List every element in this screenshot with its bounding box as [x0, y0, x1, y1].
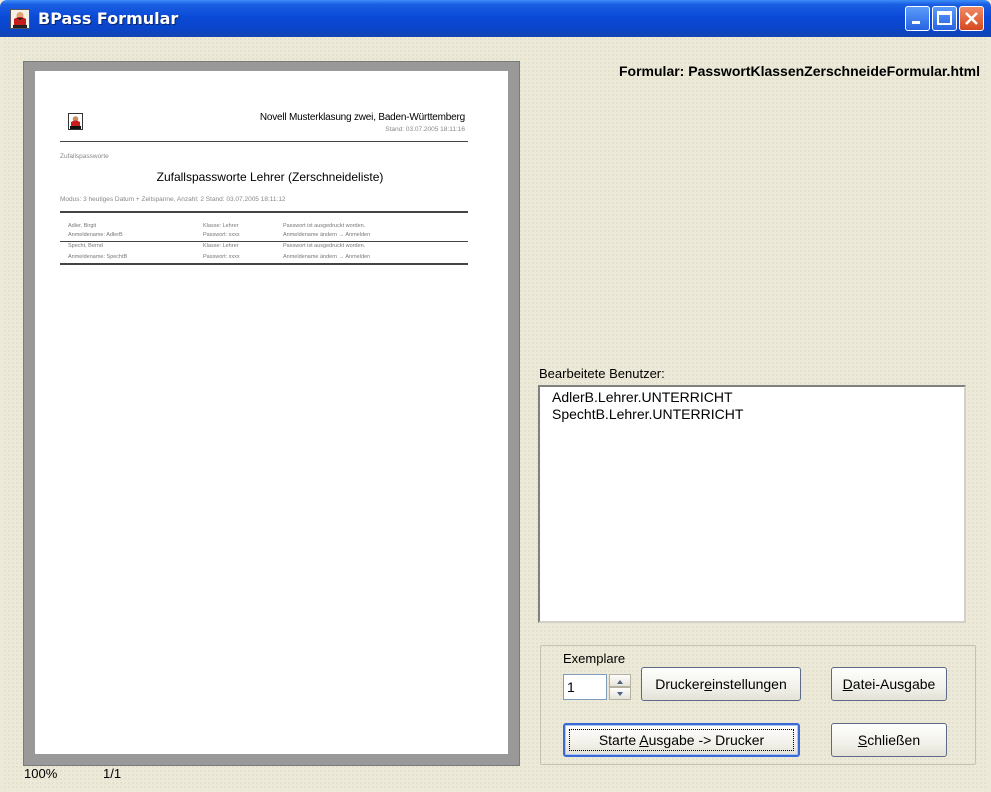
doc-user-icon [68, 113, 83, 130]
schliessen-label-accel: S [857, 732, 868, 748]
preview-org-line: Novell Musterklasung zwei, Baden-Württem… [259, 112, 465, 123]
schliessen-button[interactable]: Schließen [831, 723, 947, 757]
preview-document-title: Zufallspassworte Lehrer (Zerschneidelist… [156, 170, 384, 184]
druckereinstellungen-label-pre: Drucker [655, 676, 705, 692]
preview-row-name: Adler, Birgit [68, 223, 97, 229]
window-title: BPass Formular [38, 9, 179, 28]
zoom-status: 100% [24, 766, 58, 781]
preview-row-login: Anmeldename: AdlerB [68, 232, 123, 238]
spin-down-button[interactable] [609, 687, 631, 700]
focus-rectangle [569, 729, 794, 751]
preview-row-note: Passwort ist ausgedruckt worden. [283, 243, 366, 249]
datei-ausgabe-button[interactable]: Datei-Ausgabe [831, 667, 947, 701]
exemplare-spinner[interactable] [609, 674, 631, 700]
formular-filename: PasswortKlassenZerschneideFormular.html [688, 63, 980, 79]
preview-row-pw: Passwort: xxxx [203, 254, 240, 260]
preview-rule [60, 263, 468, 265]
preview-row-name: Specht, Bernd [68, 243, 103, 249]
formular-prefix: Formular: [619, 63, 685, 79]
preview-row-klasse: Klasse: Lehrer [203, 243, 239, 249]
close-icon [965, 12, 978, 25]
title-bar[interactable]: BPass Formular [0, 0, 991, 37]
preview-row-note2: Anmeldename ändern → Anmelden [283, 254, 371, 260]
druckereinstellungen-label-post: instellungen [712, 676, 787, 692]
close-button[interactable] [959, 6, 984, 31]
preview-row-klasse: Klasse: Lehrer [203, 223, 239, 229]
exemplare-input[interactable]: 1 [563, 674, 607, 700]
list-item[interactable]: AdlerB.Lehrer.UNTERRICHT [552, 389, 733, 405]
arrow-down-icon [617, 692, 623, 696]
datei-ausgabe-label-accel: D [842, 676, 853, 692]
maximize-button[interactable] [932, 6, 957, 31]
preview-row-note: Passwort ist ausgedruckt worden. [283, 223, 366, 229]
druckereinstellungen-button[interactable]: Druckereinstellungen [641, 667, 801, 701]
exemplare-value: 1 [567, 679, 575, 695]
spin-up-button[interactable] [609, 674, 631, 687]
users-label: Bearbeitete Benutzer: [539, 366, 665, 381]
list-item[interactable]: SpechtB.Lehrer.UNTERRICHT [552, 406, 743, 422]
schliessen-label-post: chließen [867, 732, 921, 748]
preview-subtitle: Zufallspassworte [60, 153, 109, 160]
formular-label: Formular: PasswortKlassenZerschneideForm… [560, 63, 980, 79]
preview-rule [60, 141, 468, 142]
arrow-up-icon [617, 680, 623, 684]
preview-stand-line: Stand: 03.07.2005 18:11:16 [385, 126, 465, 133]
druckereinstellungen-label-accel: e [704, 676, 713, 692]
app-user-icon [10, 9, 30, 29]
preview-row-note2: Anmeldename ändern → Anmelden [283, 232, 371, 238]
exemplare-label: Exemplare [563, 651, 626, 666]
datei-ausgabe-label-post: atei-Ausgabe [852, 676, 936, 692]
preview-rule [60, 211, 468, 213]
maximize-icon [937, 11, 952, 25]
minimize-icon [912, 21, 920, 24]
page-status: 1/1 [103, 766, 122, 781]
users-listbox[interactable]: AdlerB.Lehrer.UNTERRICHT SpechtB.Lehrer.… [538, 385, 966, 623]
starte-ausgabe-button[interactable]: Starte Ausgabe -> Drucker [563, 723, 800, 757]
preview-rule [60, 241, 468, 242]
bpass-window: BPass Formular Novell Musterklasung zwei… [0, 0, 991, 792]
minimize-button[interactable] [905, 6, 930, 31]
preview-row-login: Anmeldename: SpechtB [68, 254, 128, 260]
preview-info-line: Modus: 3 heutiges Datum + Zeitspanne, An… [60, 196, 286, 203]
preview-row-pw: Passwort: xxxx [203, 232, 240, 238]
